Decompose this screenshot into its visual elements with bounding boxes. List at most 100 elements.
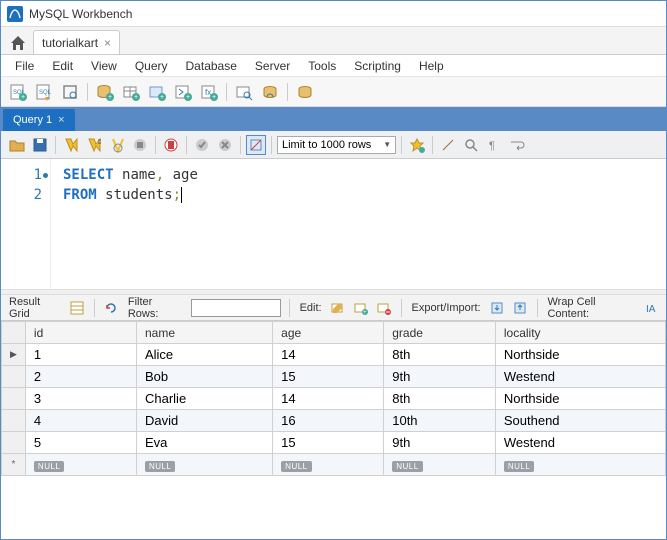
rollback-icon[interactable] — [215, 135, 235, 155]
main-toolbar: SQL+ SQL + + + + fx+ — [1, 77, 666, 107]
find-icon[interactable] — [461, 135, 481, 155]
wrap-icon[interactable] — [507, 135, 527, 155]
column-header[interactable]: locality — [495, 322, 665, 344]
wrap-cell-icon[interactable]: IA — [643, 299, 660, 317]
null-badge: NULL — [145, 461, 175, 472]
table-row[interactable]: ▶ 1 Alice 14 8th Northside — [2, 344, 666, 366]
filter-rows-input[interactable] — [191, 299, 281, 317]
result-grid[interactable]: id name age grade locality ▶ 1 Alice 14 … — [1, 321, 666, 539]
cell[interactable]: Southend — [495, 410, 665, 432]
create-function-icon[interactable]: fx+ — [198, 81, 220, 103]
cell-null[interactable]: NULL — [273, 454, 384, 476]
table-row-new[interactable]: * NULL NULL NULL NULL NULL — [2, 454, 666, 476]
sql-editor[interactable]: 1 2 SELECT name, age FROM students; — [1, 159, 666, 289]
autocommit-icon[interactable] — [246, 135, 266, 155]
cell-null[interactable]: NULL — [25, 454, 136, 476]
invisible-chars-icon[interactable]: ¶ — [484, 135, 504, 155]
menu-database[interactable]: Database — [178, 57, 245, 75]
cell[interactable]: 1 — [25, 344, 136, 366]
column-header[interactable]: name — [136, 322, 272, 344]
cell[interactable]: 14 — [273, 344, 384, 366]
cell[interactable]: 8th — [384, 344, 496, 366]
explain-icon[interactable] — [107, 135, 127, 155]
commit-icon[interactable] — [192, 135, 212, 155]
beautify-icon[interactable] — [407, 135, 427, 155]
grid-view-icon[interactable] — [69, 299, 86, 317]
menu-file[interactable]: File — [7, 57, 42, 75]
cell[interactable]: 14 — [273, 388, 384, 410]
open-file-icon[interactable] — [7, 135, 27, 155]
close-icon[interactable]: × — [58, 114, 64, 126]
limit-rows-combo[interactable]: Limit to 1000 rows ▼ — [277, 136, 396, 154]
cell[interactable]: 15 — [273, 432, 384, 454]
cell[interactable]: 9th — [384, 366, 496, 388]
menu-server[interactable]: Server — [247, 57, 298, 75]
cell[interactable]: Northside — [495, 388, 665, 410]
cell[interactable]: Northside — [495, 344, 665, 366]
cell[interactable]: 9th — [384, 432, 496, 454]
add-row-icon[interactable]: + — [353, 299, 370, 317]
stop-icon[interactable] — [130, 135, 150, 155]
cell[interactable]: Alice — [136, 344, 272, 366]
table-row[interactable]: 2 Bob 15 9th Westend — [2, 366, 666, 388]
cell[interactable]: Westend — [495, 366, 665, 388]
cell[interactable]: 16 — [273, 410, 384, 432]
cell[interactable]: Bob — [136, 366, 272, 388]
close-icon[interactable]: × — [104, 36, 111, 50]
export-icon[interactable] — [489, 299, 506, 317]
cell[interactable]: 8th — [384, 388, 496, 410]
query-tab[interactable]: Query 1 × — [3, 109, 75, 131]
menu-help[interactable]: Help — [411, 57, 452, 75]
identifier: students — [105, 187, 172, 203]
delete-row-icon[interactable] — [376, 299, 393, 317]
home-icon[interactable] — [7, 32, 29, 54]
connection-tab[interactable]: tutorialkart × — [33, 30, 120, 54]
cell[interactable]: 5 — [25, 432, 136, 454]
table-row[interactable]: 4 David 16 10th Southend — [2, 410, 666, 432]
reconnect-icon[interactable] — [259, 81, 281, 103]
create-view-icon[interactable]: + — [146, 81, 168, 103]
refresh-icon[interactable] — [103, 299, 120, 317]
execute-current-icon[interactable] — [84, 135, 104, 155]
cell[interactable]: David — [136, 410, 272, 432]
table-row[interactable]: 3 Charlie 14 8th Northside — [2, 388, 666, 410]
cell[interactable]: 10th — [384, 410, 496, 432]
menu-edit[interactable]: Edit — [44, 57, 81, 75]
column-header[interactable]: grade — [384, 322, 496, 344]
cell[interactable]: Charlie — [136, 388, 272, 410]
new-sql-tab-icon[interactable]: SQL+ — [7, 81, 29, 103]
dashboard-icon[interactable] — [294, 81, 316, 103]
code-area[interactable]: SELECT name, age FROM students; — [51, 159, 198, 289]
row-marker — [2, 410, 26, 432]
create-table-icon[interactable]: + — [120, 81, 142, 103]
create-procedure-icon[interactable]: + — [172, 81, 194, 103]
cell-null[interactable]: NULL — [384, 454, 496, 476]
cell[interactable]: 2 — [25, 366, 136, 388]
search-table-icon[interactable] — [233, 81, 255, 103]
row-marker — [2, 366, 26, 388]
brush-icon[interactable] — [438, 135, 458, 155]
table-row[interactable]: 5 Eva 15 9th Westend — [2, 432, 666, 454]
cell[interactable]: Eva — [136, 432, 272, 454]
menu-query[interactable]: Query — [127, 57, 176, 75]
cell-null[interactable]: NULL — [495, 454, 665, 476]
column-header[interactable]: age — [273, 322, 384, 344]
open-sql-file-icon[interactable]: SQL — [33, 81, 55, 103]
no-limit-icon[interactable] — [161, 135, 181, 155]
query-tab-label: Query 1 — [13, 114, 52, 126]
create-schema-icon[interactable]: + — [94, 81, 116, 103]
save-file-icon[interactable] — [30, 135, 50, 155]
cell[interactable]: Westend — [495, 432, 665, 454]
inspector-icon[interactable] — [59, 81, 81, 103]
import-icon[interactable] — [512, 299, 529, 317]
menu-view[interactable]: View — [83, 57, 125, 75]
cell-null[interactable]: NULL — [136, 454, 272, 476]
menu-tools[interactable]: Tools — [300, 57, 344, 75]
execute-icon[interactable] — [61, 135, 81, 155]
cell[interactable]: 4 — [25, 410, 136, 432]
column-header[interactable]: id — [25, 322, 136, 344]
cell[interactable]: 3 — [25, 388, 136, 410]
edit-row-icon[interactable] — [330, 299, 347, 317]
cell[interactable]: 15 — [273, 366, 384, 388]
menu-scripting[interactable]: Scripting — [346, 57, 409, 75]
